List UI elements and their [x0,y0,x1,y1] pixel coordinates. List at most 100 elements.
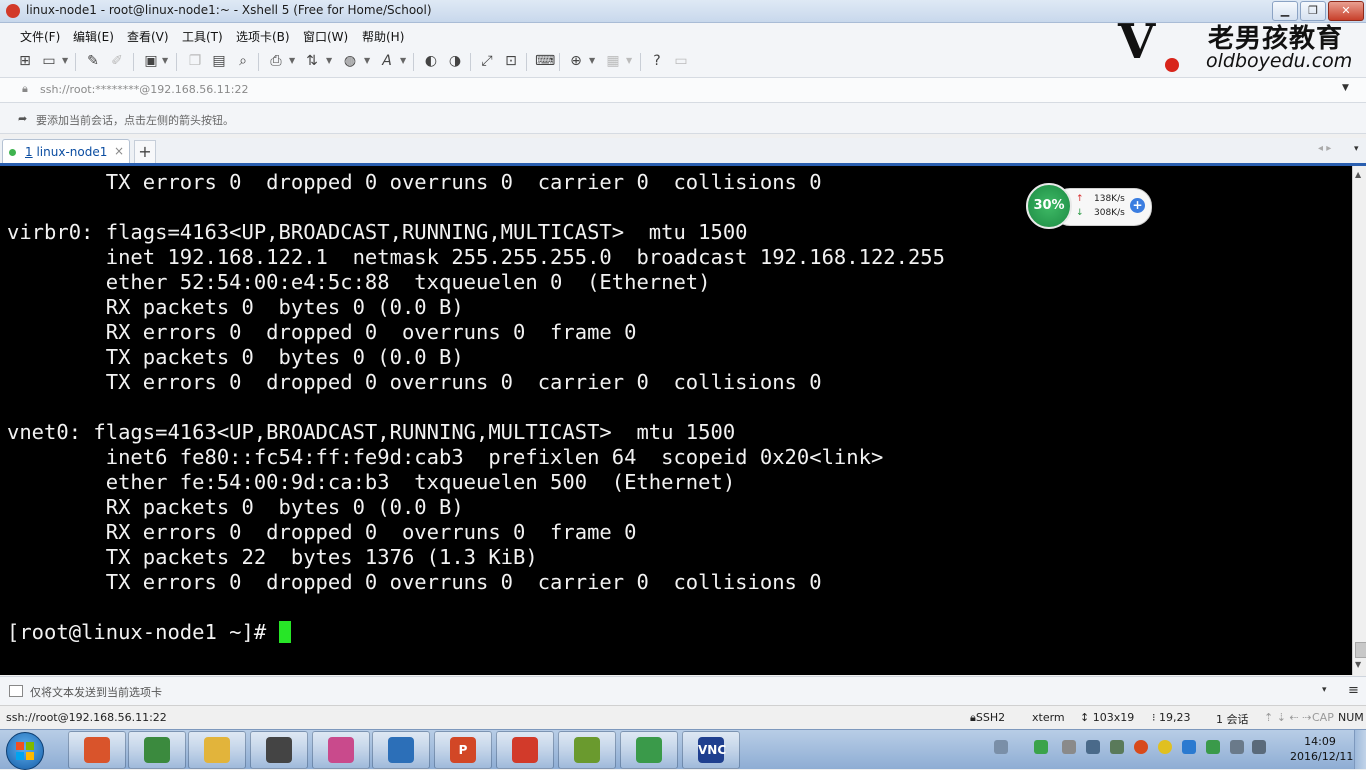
copy-icon[interactable]: ❐ [186,52,204,70]
tab-scroll-icon[interactable]: ◂ ▸ [1318,143,1331,154]
system-tray [990,736,1266,762]
new-tab-button[interactable]: + [134,140,156,164]
taskbar-app-button[interactable] [68,731,126,769]
tray-app-icon[interactable] [1062,740,1076,754]
globe-icon[interactable]: ◍ [341,52,359,70]
taskbar-app-button[interactable] [372,731,430,769]
fullscreen-icon[interactable]: ⤢ [478,52,496,70]
menu-file[interactable]: 文件(F) [20,28,60,45]
terminal-line: RX packets 0 bytes 0 (0.0 B) [7,495,464,519]
show-desktop-button[interactable] [1354,730,1366,769]
tab-close-icon[interactable]: × [114,144,124,158]
menu-tabs[interactable]: 选项卡(B) [236,28,290,45]
toolbar-divider [258,53,259,71]
font-icon[interactable]: A [378,52,396,70]
keyboard-tray-icon[interactable] [994,740,1008,754]
tray-plus-icon[interactable] [1158,740,1172,754]
toolbar-divider [470,53,471,71]
compose-input[interactable]: 仅将文本发送到当前选项卡 [30,684,162,700]
taskbar-app-button[interactable]: VNC [682,731,740,769]
chevron-down-icon[interactable]: ▼ [589,56,595,65]
chevron-down-icon[interactable]: ▼ [626,56,632,65]
compose-icon[interactable]: ⊕ [567,52,585,70]
paste-icon[interactable]: ▤ [210,52,228,70]
menu-view[interactable]: 查看(V) [127,28,169,45]
memory-usage-badge[interactable]: 30% [1026,183,1072,229]
address-input[interactable]: ssh://root:********@192.168.56.11:22 [40,83,249,96]
network-speed-widget[interactable]: 30% ↑ ↓ 138K/s 308K/s + [1026,183,1152,229]
compose-bar[interactable]: 仅将文本发送到当前选项卡 ▾ ≡ [0,676,1366,705]
scroll-up-icon[interactable]: ▲ [1355,170,1361,179]
add-session-arrow-icon[interactable]: ➦ [18,112,27,125]
terminal-scrollbar[interactable]: ▲ ▼ [1352,166,1366,675]
tab-list-icon[interactable]: ▾ [1354,144,1359,154]
terminal-screen[interactable]: TX errors 0 dropped 0 overruns 0 carrier… [0,166,1352,675]
chevron-down-icon[interactable]: ▼ [62,56,68,65]
battery-tray-icon[interactable] [1034,740,1048,754]
address-bar[interactable]: 🔒︎ ssh://root:********@192.168.56.11:22 … [0,78,1366,103]
network-tray-icon[interactable] [1230,740,1244,754]
chevron-down-icon[interactable]: ▼ [400,56,406,65]
start-button[interactable] [6,732,44,770]
taskbar-app-button[interactable] [128,731,186,769]
cursor-pos-icon: ⁝ [1152,711,1159,724]
taskbar-app-button[interactable] [312,731,370,769]
taskbar-app-button[interactable] [558,731,616,769]
xmanager-icon[interactable]: ◑ [446,52,464,70]
reconnect-icon[interactable]: ✎ [84,52,102,70]
tray-app-icon[interactable] [1182,740,1196,754]
powerpoint-icon: P [450,737,476,763]
layout-icon[interactable]: ▦ [604,52,622,70]
volume-tray-icon[interactable] [1252,740,1266,754]
oldboy-logo: V 老男孩教育 oldboyedu.com [1112,12,1366,78]
tray-app-icon[interactable] [1110,740,1124,754]
menu-tools[interactable]: 工具(T) [182,28,223,45]
session-nav-icons[interactable]: ⇡ ⇣ ⇠ ⇢ [1264,711,1311,724]
properties-icon[interactable]: ▣ [142,52,160,70]
chevron-down-icon[interactable]: ▼ [326,56,332,65]
scrollbar-thumb[interactable] [1355,642,1366,658]
toolbar-divider [75,53,76,71]
chevron-down-icon[interactable]: ▼ [1342,83,1349,93]
open-folder-icon[interactable]: ▭ [40,52,58,70]
keyboard-icon[interactable]: ⌨ [535,52,555,70]
tray-app-icon[interactable] [1086,740,1100,754]
compose-menu-icon[interactable]: ≡ [1348,683,1359,698]
chevron-down-icon[interactable]: ▾ [1322,685,1327,695]
window-title: linux-node1 - root@linux-node1:~ - Xshel… [26,3,432,17]
chevron-down-icon[interactable]: ▼ [162,56,168,65]
menu-window[interactable]: 窗口(W) [303,28,348,45]
find-icon[interactable]: ⌕ [234,52,252,70]
menu-help[interactable]: 帮助(H) [362,28,404,45]
taskbar-clock[interactable]: 14:09 2016/12/11 [1290,734,1354,764]
clock-date: 2016/12/11 [1290,750,1354,763]
tray-shield-icon[interactable] [1206,740,1220,754]
toolbar-divider [413,53,414,71]
chat-icon[interactable]: ▭ [672,52,690,70]
tab-linux-node1[interactable]: 1 linux-node1 × [2,139,130,164]
connection-status-icon [9,149,16,156]
taskbar-app-button[interactable] [188,731,246,769]
chevron-down-icon[interactable]: ▼ [289,56,295,65]
status-caps: CAP [1312,711,1334,724]
taskbar-app-button[interactable]: P [434,731,492,769]
taskbar-app-button[interactable] [620,731,678,769]
lock-icon[interactable]: ⊡ [502,52,520,70]
chrome-icon [144,737,170,763]
transfer-icon[interactable]: ⇅ [303,52,321,70]
taskbar-app-button[interactable] [250,731,308,769]
download-arrow-icon: ↓ [1076,208,1084,218]
print-icon[interactable]: ⎙ [267,52,285,70]
record-tray-icon[interactable] [1134,740,1148,754]
accelerate-plus-icon[interactable]: + [1130,198,1145,213]
terminal-line: ether 52:54:00:e4:5c:88 txqueuelen 0 (Et… [7,270,711,294]
taskbar-app-button[interactable] [496,731,554,769]
scroll-down-icon[interactable]: ▼ [1355,660,1361,669]
help-icon[interactable]: ? [648,52,666,70]
terminal-line: inet 192.168.122.1 netmask 255.255.255.0… [7,245,945,269]
menu-edit[interactable]: 编辑(E) [73,28,114,45]
xftp-icon[interactable]: ◐ [422,52,440,70]
chevron-down-icon[interactable]: ▼ [364,56,370,65]
new-session-icon[interactable]: ⊞ [16,52,34,70]
disconnect-icon[interactable]: ✐ [108,52,126,70]
